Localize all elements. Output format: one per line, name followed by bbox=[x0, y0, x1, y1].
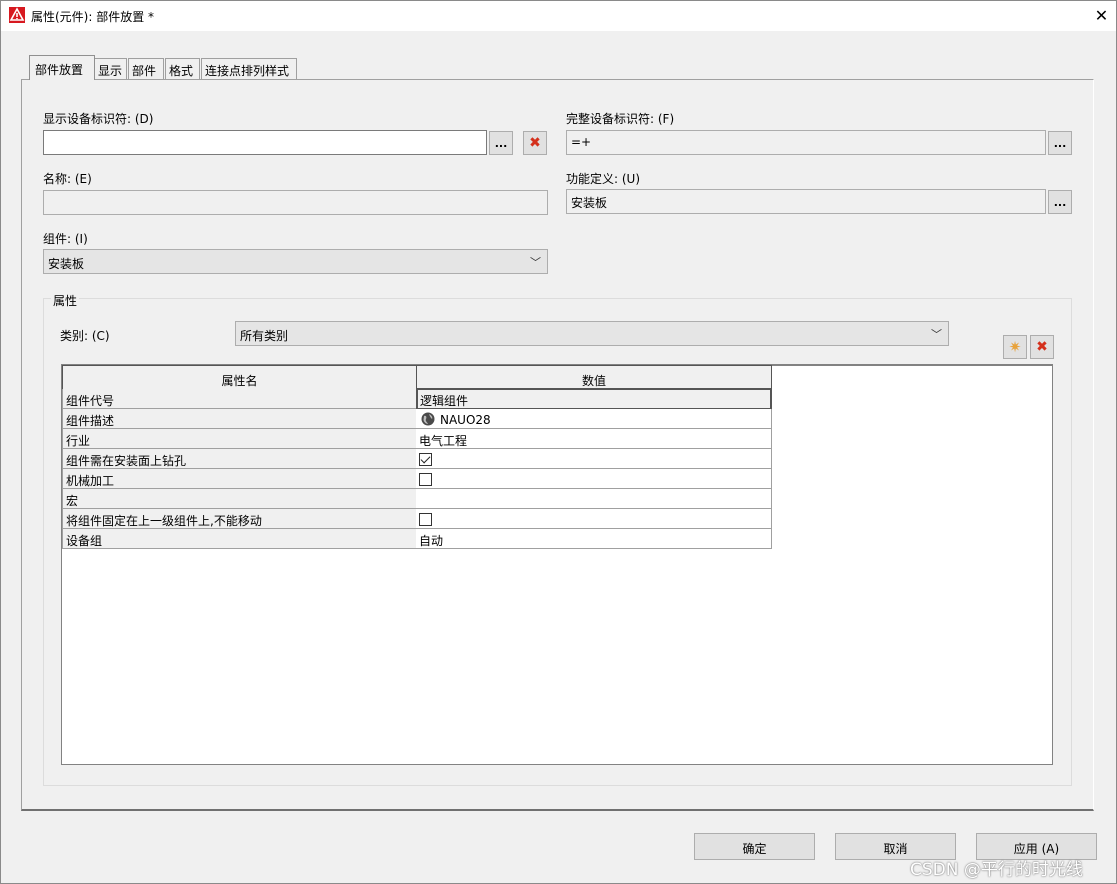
table-row-value[interactable]: 自动 bbox=[416, 529, 772, 549]
table-row-value[interactable]: NAUO28 bbox=[416, 409, 772, 429]
table-row-name[interactable]: 宏 bbox=[62, 489, 417, 509]
table-row-name[interactable]: 行业 bbox=[62, 429, 417, 449]
display-id-browse-button[interactable]: ... bbox=[489, 131, 513, 155]
new-property-star-icon[interactable]: ✷ bbox=[1003, 335, 1027, 359]
watermark: CSDN @平行的时光线 bbox=[910, 860, 1083, 880]
category-select[interactable]: 所有类别 ﹀ bbox=[235, 321, 949, 346]
category-select-value: 所有类别 bbox=[240, 329, 289, 343]
tab-parts[interactable]: 部件 bbox=[128, 58, 164, 79]
close-icon[interactable]: ✕ bbox=[1086, 0, 1117, 31]
tab-display[interactable]: 显示 bbox=[94, 58, 127, 79]
table-row-value[interactable] bbox=[416, 469, 772, 489]
function-field[interactable]: 安装板 bbox=[566, 189, 1046, 214]
component-description-value: NAUO28 bbox=[440, 413, 491, 427]
tab-format[interactable]: 格式 bbox=[165, 58, 200, 79]
ok-button[interactable]: 确定 bbox=[694, 833, 815, 860]
delete-property-icon[interactable]: ✖ bbox=[1030, 335, 1054, 359]
component-label: 组件: (I) bbox=[43, 232, 88, 246]
window-title: 属性(元件): 部件放置 * bbox=[31, 10, 155, 24]
table-row-value[interactable] bbox=[416, 489, 772, 509]
tab-part-placement[interactable]: 部件放置 bbox=[29, 55, 95, 80]
table-row-name[interactable]: 将组件固定在上一级组件上,不能移动 bbox=[62, 509, 417, 529]
display-id-input[interactable] bbox=[43, 130, 487, 155]
table-row-name[interactable]: 组件代号 bbox=[62, 389, 417, 409]
drill-checkbox[interactable] bbox=[419, 453, 432, 466]
function-label: 功能定义: (U) bbox=[566, 172, 641, 186]
table-row-value[interactable]: 逻辑组件 bbox=[416, 388, 772, 410]
category-label: 类别: (C) bbox=[60, 329, 110, 343]
display-id-label: 显示设备标识符: (D) bbox=[43, 112, 154, 126]
title-bar: 属性(元件): 部件放置 * ✕ bbox=[0, 0, 1117, 31]
tab-connection-point-pattern[interactable]: 连接点排列样式 bbox=[201, 58, 297, 79]
properties-group-title: 属性 bbox=[51, 292, 80, 309]
function-browse-button[interactable]: ... bbox=[1048, 190, 1072, 214]
full-id-browse-button[interactable]: ... bbox=[1048, 131, 1072, 155]
app-icon bbox=[9, 7, 25, 23]
table-row-name[interactable]: 组件需在安装面上钻孔 bbox=[62, 449, 417, 469]
column-header-property-name[interactable]: 属性名 bbox=[62, 365, 417, 390]
table-row-value[interactable] bbox=[416, 509, 772, 529]
component-select[interactable]: 安装板 ﹀ bbox=[43, 249, 548, 274]
fix-to-parent-checkbox[interactable] bbox=[419, 513, 432, 526]
chevron-down-icon: ﹀ bbox=[530, 256, 541, 269]
chevron-down-icon: ﹀ bbox=[931, 328, 942, 341]
delete-icon[interactable]: ✖ bbox=[523, 131, 547, 155]
globe-icon bbox=[421, 412, 435, 426]
table-row-name[interactable]: 设备组 bbox=[62, 529, 417, 549]
column-header-value[interactable]: 数值 bbox=[416, 365, 772, 390]
table-row-name[interactable]: 组件描述 bbox=[62, 409, 417, 429]
component-select-value: 安装板 bbox=[48, 257, 85, 271]
full-id-label: 完整设备标识符: (F) bbox=[566, 112, 675, 126]
full-id-field[interactable]: =+ bbox=[566, 130, 1046, 155]
table-row-value[interactable] bbox=[416, 449, 772, 469]
machining-checkbox[interactable] bbox=[419, 473, 432, 486]
name-label: 名称: (E) bbox=[43, 172, 92, 186]
table-row-value[interactable]: 电气工程 bbox=[416, 429, 772, 449]
name-field[interactable] bbox=[43, 190, 548, 215]
table-row-name[interactable]: 机械加工 bbox=[62, 469, 417, 489]
